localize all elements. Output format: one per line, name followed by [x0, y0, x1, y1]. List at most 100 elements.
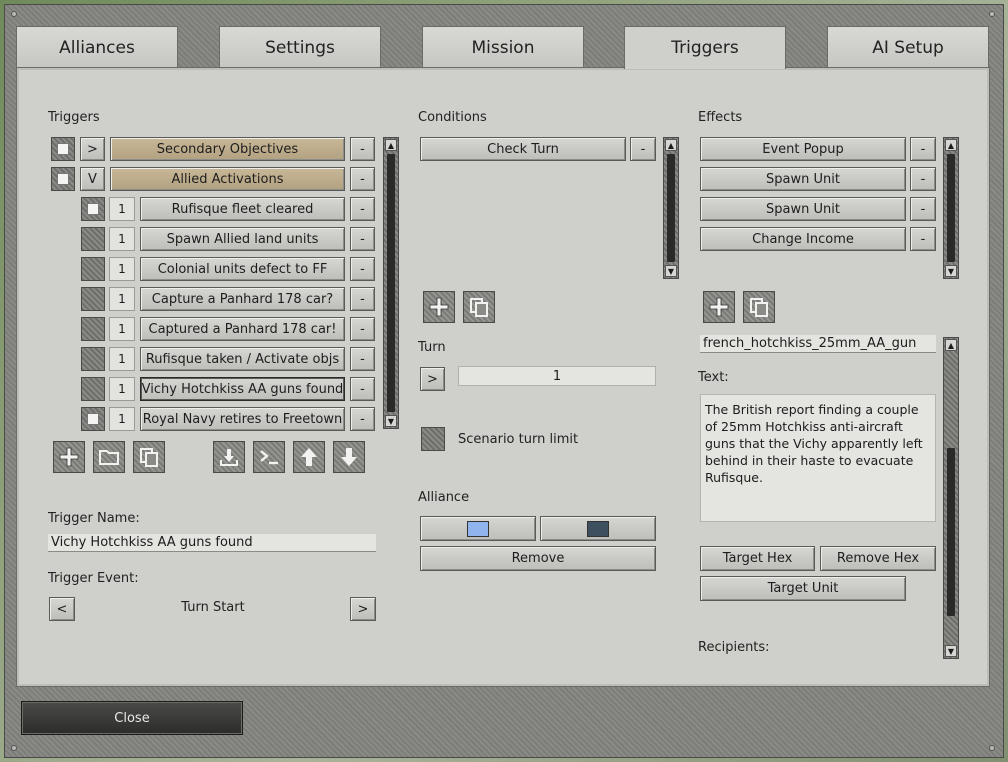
trigger-checkbox[interactable]	[81, 227, 105, 251]
import-button[interactable]	[213, 441, 245, 473]
trigger-group-allied-activations[interactable]: Allied Activations	[110, 167, 345, 191]
effect-detail-scrollbar[interactable]: ▲ ▼	[943, 337, 959, 659]
close-button[interactable]: Close	[21, 701, 243, 735]
add-condition-button[interactable]	[423, 291, 455, 323]
event-next-button[interactable]: >	[350, 597, 376, 621]
effect-item[interactable]: Spawn Unit	[700, 167, 906, 191]
effect-text-area[interactable]: The British report finding a couple of 2…	[700, 394, 936, 522]
remove-trigger-button[interactable]: -	[350, 407, 375, 431]
remove-trigger-button[interactable]: -	[350, 197, 375, 221]
add-trigger-button[interactable]	[53, 441, 85, 473]
trigger-count[interactable]: 1	[109, 287, 135, 311]
trigger-checkbox[interactable]	[81, 347, 105, 371]
remove-effect-button[interactable]: -	[910, 167, 936, 191]
trigger-count[interactable]: 1	[109, 197, 135, 221]
trigger-checkbox[interactable]	[81, 287, 105, 311]
scroll-down-icon[interactable]: ▼	[945, 265, 957, 277]
trigger-item[interactable]: Captured a Panhard 178 car!	[140, 317, 345, 341]
trigger-checkbox[interactable]	[81, 377, 105, 401]
scroll-up-icon[interactable]: ▲	[945, 139, 957, 151]
group-checkbox[interactable]	[51, 137, 75, 161]
remove-trigger-button[interactable]: -	[350, 227, 375, 251]
move-up-button[interactable]	[293, 441, 325, 473]
add-effect-button[interactable]	[703, 291, 735, 323]
group-expand-button[interactable]: >	[80, 137, 105, 161]
trigger-checkbox[interactable]	[81, 197, 105, 221]
scroll-thumb[interactable]	[947, 448, 955, 616]
remove-hex-button[interactable]: Remove Hex	[820, 546, 936, 571]
copy-effect-button[interactable]	[743, 291, 775, 323]
move-down-button[interactable]	[333, 441, 365, 473]
tab-alliances[interactable]: Alliances	[16, 26, 178, 68]
remove-trigger-button[interactable]: -	[350, 287, 375, 311]
target-hex-button[interactable]: Target Hex	[700, 546, 815, 571]
scroll-thumb[interactable]	[947, 154, 955, 262]
remove-trigger-button[interactable]: -	[350, 347, 375, 371]
trigger-count[interactable]: 1	[109, 347, 135, 371]
effect-item[interactable]: Change Income	[700, 227, 906, 251]
remove-trigger-button[interactable]: -	[350, 317, 375, 341]
scroll-down-icon[interactable]: ▼	[385, 415, 397, 427]
trigger-group-secondary-objectives[interactable]: Secondary Objectives	[110, 137, 345, 161]
turn-input[interactable]: 1	[458, 366, 656, 386]
arrow-down-icon	[341, 448, 357, 466]
trigger-checkbox[interactable]	[81, 317, 105, 341]
group-checkbox[interactable]	[51, 167, 75, 191]
trigger-count[interactable]: 1	[109, 257, 135, 281]
trigger-name-input[interactable]: Vichy Hotchkiss AA guns found	[48, 534, 376, 552]
triggers-scrollbar[interactable]: ▲ ▼	[383, 137, 399, 429]
event-prev-button[interactable]: <	[49, 597, 75, 621]
remove-trigger-button[interactable]: -	[350, 377, 375, 401]
trigger-item[interactable]: Rufisque fleet cleared	[140, 197, 345, 221]
scroll-thumb[interactable]	[667, 154, 675, 262]
effect-item[interactable]: Spawn Unit	[700, 197, 906, 221]
effect-item[interactable]: Event Popup	[700, 137, 906, 161]
alliance-blue-button[interactable]	[420, 516, 536, 541]
trigger-item[interactable]: Rufisque taken / Activate objs	[140, 347, 345, 371]
remove-effect-button[interactable]: -	[910, 197, 936, 221]
scroll-up-icon[interactable]: ▲	[385, 139, 397, 151]
scroll-up-icon[interactable]: ▲	[945, 339, 957, 351]
effect-unit-input[interactable]: french_hotchkiss_25mm_AA_gun	[700, 335, 936, 353]
conditions-scrollbar[interactable]: ▲ ▼	[663, 137, 679, 279]
turn-operator-button[interactable]: >	[420, 367, 445, 391]
effect-text-label: Text:	[698, 370, 729, 385]
trigger-item[interactable]: Spawn Allied land units	[140, 227, 345, 251]
add-folder-button[interactable]	[93, 441, 125, 473]
scroll-thumb[interactable]	[387, 154, 395, 412]
tab-triggers[interactable]: Triggers	[624, 26, 786, 69]
copy-condition-button[interactable]	[463, 291, 495, 323]
trigger-count[interactable]: 1	[109, 227, 135, 251]
trigger-count[interactable]: 1	[109, 377, 135, 401]
tab-label: Settings	[265, 37, 335, 58]
trigger-item[interactable]: Royal Navy retires to Freetown	[140, 407, 345, 431]
scroll-down-icon[interactable]: ▼	[665, 265, 677, 277]
scenario-turn-limit-checkbox[interactable]	[421, 427, 445, 451]
effects-scrollbar[interactable]: ▲ ▼	[943, 137, 959, 279]
remove-effect-button[interactable]: -	[910, 137, 936, 161]
trigger-item-selected[interactable]: Vichy Hotchkiss AA guns found	[140, 377, 345, 401]
remove-trigger-button[interactable]: -	[350, 137, 375, 161]
copy-trigger-button[interactable]	[133, 441, 165, 473]
trigger-item[interactable]: Capture a Panhard 178 car?	[140, 287, 345, 311]
scroll-up-icon[interactable]: ▲	[665, 139, 677, 151]
condition-item[interactable]: Check Turn	[420, 137, 626, 161]
trigger-count[interactable]: 1	[109, 407, 135, 431]
trigger-count[interactable]: 1	[109, 317, 135, 341]
alliance-dark-button[interactable]	[540, 516, 656, 541]
trigger-checkbox[interactable]	[81, 407, 105, 431]
trigger-item[interactable]: Colonial units defect to FF	[140, 257, 345, 281]
remove-alliance-button[interactable]: Remove	[420, 546, 656, 571]
tab-mission[interactable]: Mission	[422, 26, 584, 68]
target-unit-button[interactable]: Target Unit	[700, 576, 906, 601]
trigger-checkbox[interactable]	[81, 257, 105, 281]
scroll-down-icon[interactable]: ▼	[945, 645, 957, 657]
console-button[interactable]	[253, 441, 285, 473]
tab-settings[interactable]: Settings	[219, 26, 381, 68]
remove-condition-button[interactable]: -	[630, 137, 656, 161]
remove-trigger-button[interactable]: -	[350, 167, 375, 191]
group-collapse-button[interactable]: V	[80, 167, 105, 191]
remove-effect-button[interactable]: -	[910, 227, 936, 251]
tab-ai-setup[interactable]: AI Setup	[827, 26, 989, 68]
remove-trigger-button[interactable]: -	[350, 257, 375, 281]
